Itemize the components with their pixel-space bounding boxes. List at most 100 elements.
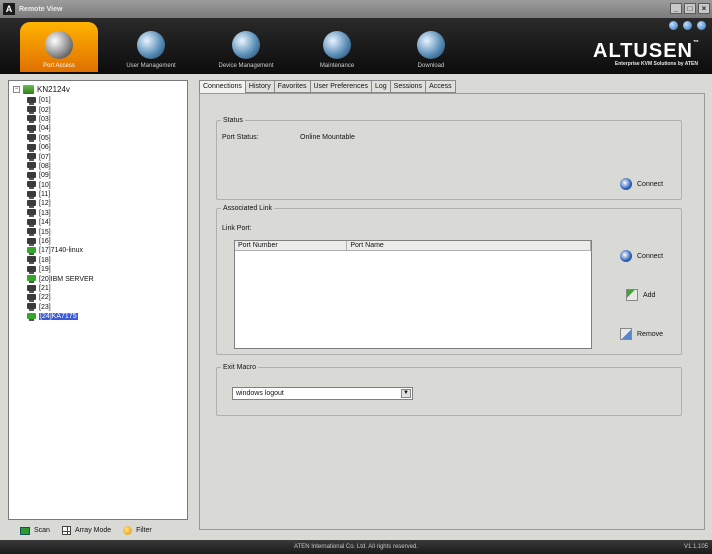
download-icon — [417, 31, 445, 59]
maximize-button[interactable]: □ — [684, 3, 696, 14]
computer-icon — [27, 228, 36, 237]
computer-icon — [27, 115, 36, 124]
exit-macro-value: windows logout — [236, 390, 284, 397]
col-port-name[interactable]: Port Name — [347, 241, 591, 250]
link-connect-button[interactable]: Connect — [620, 250, 663, 262]
filter-icon — [123, 526, 133, 535]
tree-root[interactable]: − KN2124v — [13, 85, 70, 94]
scan-icon — [20, 526, 30, 535]
tree-item[interactable]: [15] — [27, 227, 94, 237]
nav-user-management[interactable]: User Management — [112, 22, 190, 72]
tree-item[interactable]: [10] — [27, 181, 94, 190]
tree-item[interactable]: [20]IBM SERVER — [27, 274, 94, 284]
tree-item-label: [06] — [39, 144, 51, 152]
remove-button[interactable]: Remove — [620, 328, 663, 340]
status-legend: Status — [223, 117, 243, 124]
status-connect-button[interactable]: Connect — [620, 178, 663, 190]
close-button[interactable]: × — [698, 3, 710, 14]
nav-maintenance[interactable]: Maintenance — [302, 22, 372, 72]
tree-item-label: [13] — [39, 209, 51, 217]
tree-item-label: [17]7140-linux — [39, 247, 83, 255]
port-tree[interactable]: − KN2124v [01] [02] [03] [04] [05] [06] [07] [0… — [8, 80, 188, 520]
tree-item-label: [18] — [39, 256, 51, 264]
tree-item-label: [11] — [39, 191, 51, 199]
filter-button[interactable]: Filter — [123, 526, 152, 535]
exit-macro-select[interactable]: windows logout ▼ — [232, 387, 413, 400]
tree-item[interactable]: [21] — [27, 284, 94, 293]
tree-item[interactable]: [22] — [27, 293, 94, 302]
nav-device-management[interactable]: Device Management — [204, 22, 288, 72]
tab-log[interactable]: Log — [371, 80, 391, 93]
computer-icon — [27, 284, 36, 293]
tree-item-label: [21] — [39, 285, 51, 292]
tree-item-label: [01] — [39, 97, 51, 105]
tree-item-label: [19] — [39, 266, 51, 274]
computer-icon — [27, 237, 36, 246]
kvm-switch-icon — [23, 85, 34, 94]
tree-item-label: [10] — [39, 181, 51, 189]
tree-item[interactable]: [11] — [27, 190, 94, 199]
device-management-icon — [232, 31, 260, 59]
tree-item[interactable]: [01] — [27, 96, 94, 105]
computer-icon — [27, 246, 36, 255]
tree-item[interactable]: [09] — [27, 171, 94, 180]
tab-favorites[interactable]: Favorites — [274, 80, 311, 93]
link-port-table[interactable]: Port Number Port Name — [234, 240, 592, 349]
logout-icon[interactable] — [697, 21, 706, 30]
computer-icon — [27, 190, 36, 199]
tree-item-label: [14] — [39, 219, 51, 227]
add-button[interactable]: Add — [626, 289, 655, 301]
tree-item[interactable]: [24]KA7175 — [27, 312, 94, 321]
tree-item[interactable]: [23] — [27, 303, 94, 312]
tab-user-preferences[interactable]: User Preferences — [310, 80, 372, 93]
remove-icon — [620, 328, 632, 340]
tree-item[interactable]: [07] — [27, 152, 94, 162]
tree-item-label: [03] — [39, 115, 51, 123]
chevron-down-icon[interactable]: ▼ — [401, 389, 411, 398]
tree-item-label: [08] — [39, 162, 51, 170]
title-bar: A Remote View _ □ × — [0, 0, 712, 18]
tab-access[interactable]: Access — [426, 80, 456, 93]
computer-icon — [27, 153, 36, 162]
tree-item[interactable]: [05] — [27, 134, 94, 143]
tree-item-label: [02] — [39, 106, 51, 114]
tree-item-label: [15] — [39, 228, 51, 236]
computer-icon — [27, 124, 36, 133]
minimize-button[interactable]: _ — [670, 3, 682, 14]
window-title: Remote View — [19, 5, 63, 13]
tree-item[interactable]: [03] — [27, 115, 94, 124]
grid-icon — [61, 526, 71, 535]
tree-item-label: [23] — [39, 303, 51, 311]
tab-connections[interactable]: Connections — [199, 80, 246, 93]
computer-icon — [27, 256, 36, 265]
version-text: V1.1.105 — [683, 544, 708, 550]
tree-item[interactable]: [17]7140-linux — [27, 246, 94, 255]
help-icon[interactable] — [683, 21, 692, 30]
tree-item[interactable]: [02] — [27, 105, 94, 115]
array-mode-button[interactable]: Array Mode — [61, 526, 111, 535]
scan-button[interactable]: Scan — [20, 526, 50, 535]
tab-history[interactable]: History — [245, 80, 275, 93]
tree-item[interactable]: [16] — [27, 237, 94, 246]
computer-icon — [27, 162, 36, 171]
tree-item[interactable]: [06] — [27, 143, 94, 152]
col-port-number[interactable]: Port Number — [235, 241, 348, 250]
collapse-icon[interactable]: − — [13, 86, 20, 93]
status-group: Status — [216, 117, 682, 200]
tree-item[interactable]: [12] — [27, 199, 94, 208]
status-bar: ATEN International Co. Ltd. All rights r… — [0, 540, 712, 554]
tab-sessions[interactable]: Sessions — [390, 80, 427, 93]
brand-logo: ALTUSEN™ — [593, 40, 700, 62]
tree-item[interactable]: [13] — [27, 209, 94, 218]
tree-item[interactable]: [14] — [27, 218, 94, 227]
tree-item[interactable]: [19] — [27, 265, 94, 274]
tree-item[interactable]: [08] — [27, 162, 94, 171]
nav-port-access[interactable]: Port Access — [20, 22, 98, 72]
nav-download[interactable]: Download — [396, 22, 466, 72]
back-icon[interactable] — [669, 21, 678, 30]
tree-item[interactable]: [04] — [27, 124, 94, 133]
tree-toolbar: Scan Array Mode Filter — [20, 526, 152, 535]
copyright-text: ATEN International Co. Ltd. All rights r… — [294, 544, 418, 550]
brand-tagline: Enterprise KVM Solutions by ATEN — [614, 61, 698, 67]
tree-item[interactable]: [18] — [27, 256, 94, 265]
